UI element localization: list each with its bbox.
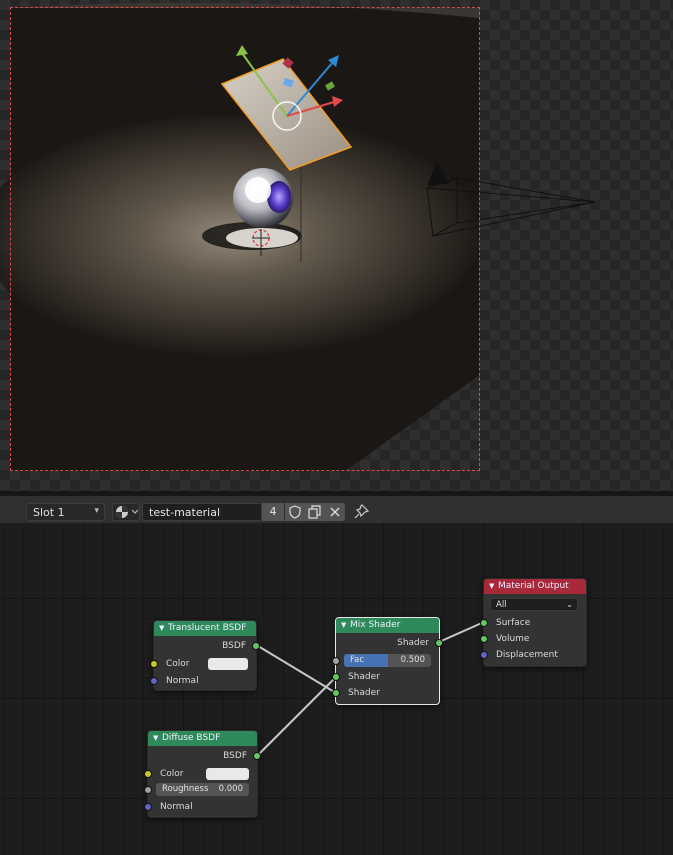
3d-viewport[interactable] — [0, 0, 673, 491]
material-browse-button[interactable] — [112, 503, 140, 521]
displacement-input-row: Displacement — [480, 648, 586, 662]
shader-node-editor[interactable]: ▼ Translucent BSDF BSDF Color Normal ▼ D… — [0, 523, 673, 855]
volume-input-row: Volume — [480, 632, 586, 646]
chevron-down-icon: ▾ — [94, 506, 99, 516]
unlink-material-button[interactable] — [325, 503, 345, 521]
normal-input-socket[interactable] — [144, 803, 152, 811]
shader-editor-header: Slot 1 ▾ test-material 4 — [0, 491, 673, 523]
shield-icon — [289, 505, 301, 519]
camera-frame-border — [10, 7, 480, 471]
chevron-down-icon: ⌄ — [566, 600, 573, 609]
shader-output-socket[interactable] — [435, 639, 443, 647]
node-title[interactable]: ▼ Material Output — [484, 579, 586, 594]
shader-input-socket-1[interactable] — [332, 673, 340, 681]
roughness-slider[interactable]: Roughness 0.000 — [156, 783, 249, 796]
color-input-row: Color — [150, 657, 256, 671]
color-input-row: Color — [144, 767, 257, 781]
normal-input-row: Normal — [150, 674, 256, 688]
translucent-bsdf-node[interactable]: ▼ Translucent BSDF BSDF Color Normal — [150, 620, 260, 691]
node-title[interactable]: ▼ Diffuse BSDF — [148, 731, 257, 746]
color-swatch[interactable] — [208, 658, 248, 670]
fac-input-row: Fac 0.500 — [332, 654, 439, 668]
fac-input-socket[interactable] — [332, 657, 340, 665]
diffuse-bsdf-node[interactable]: ▼ Diffuse BSDF BSDF Color Roughness 0.00… — [144, 730, 261, 818]
slot-label: Slot 1 — [33, 506, 65, 519]
link-mix-to-output — [438, 621, 485, 643]
color-swatch[interactable] — [206, 768, 249, 780]
collapse-triangle-icon[interactable]: ▼ — [153, 731, 158, 746]
collapse-triangle-icon[interactable]: ▼ — [489, 579, 494, 594]
node-title[interactable]: ▼ Translucent BSDF — [154, 621, 256, 636]
bsdf-output-row: BSDF — [154, 639, 260, 653]
pin-button[interactable] — [350, 503, 372, 521]
surface-input-socket[interactable] — [480, 619, 488, 627]
collapse-triangle-icon[interactable]: ▼ — [159, 621, 164, 636]
roughness-input-row: Roughness 0.000 — [144, 783, 257, 797]
color-input-socket[interactable] — [144, 770, 152, 778]
sphere-icon — [116, 506, 139, 518]
link-diffuse-to-mix — [257, 676, 337, 756]
shader-input-row-1: Shader — [332, 670, 439, 684]
roughness-input-socket[interactable] — [144, 786, 152, 794]
color-input-socket[interactable] — [150, 660, 158, 668]
material-slot-dropdown[interactable]: Slot 1 ▾ — [26, 503, 105, 521]
volume-input-socket[interactable] — [480, 635, 488, 643]
collapse-triangle-icon[interactable]: ▼ — [341, 618, 346, 633]
normal-input-socket[interactable] — [150, 677, 158, 685]
bsdf-output-row: BSDF — [148, 749, 261, 763]
fac-slider[interactable]: Fac 0.500 — [344, 654, 431, 667]
pin-icon — [354, 504, 370, 519]
normal-input-row: Normal — [144, 800, 257, 814]
mix-shader-node[interactable]: ▼ Mix Shader Shader Fac 0.500 Shader Sha… — [332, 617, 443, 705]
shader-input-row-2: Shader — [332, 686, 439, 700]
copy-icon — [308, 505, 321, 519]
output-target-dropdown[interactable]: All ⌄ — [490, 598, 578, 611]
bsdf-output-socket[interactable] — [253, 752, 261, 760]
duplicate-material-button[interactable] — [305, 503, 325, 521]
material-name-field[interactable]: test-material — [142, 503, 262, 521]
bsdf-output-socket[interactable] — [252, 642, 260, 650]
shader-input-socket-2[interactable] — [332, 689, 340, 697]
close-icon — [330, 507, 340, 517]
link-translucent-to-mix — [257, 645, 337, 694]
displacement-input-socket[interactable] — [480, 651, 488, 659]
material-output-node[interactable]: ▼ Material Output All ⌄ Surface Volume D… — [480, 578, 587, 667]
surface-input-row: Surface — [480, 616, 586, 630]
node-title[interactable]: ▼ Mix Shader — [336, 618, 439, 633]
fake-user-button[interactable] — [285, 503, 305, 521]
shader-output-row: Shader — [336, 636, 443, 650]
material-user-count[interactable]: 4 — [262, 503, 284, 521]
